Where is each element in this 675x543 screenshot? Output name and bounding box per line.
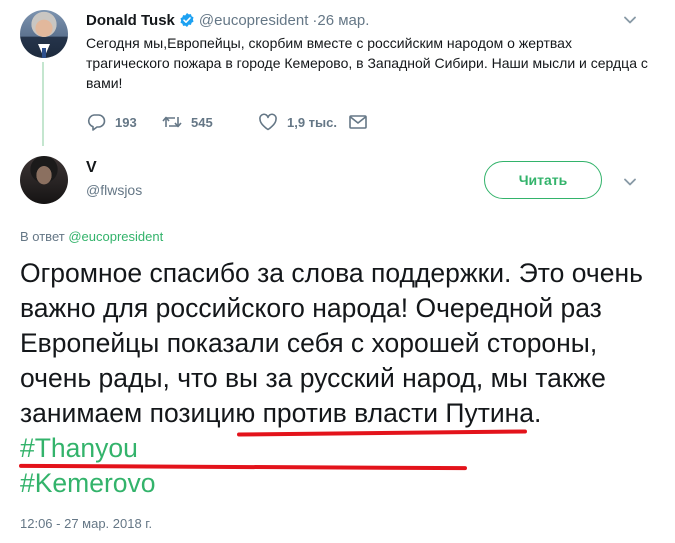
flwsjos-avatar[interactable]	[20, 156, 68, 204]
reply-action[interactable]: 193	[86, 113, 162, 131]
reply-icon	[87, 114, 106, 131]
chevron-down-icon[interactable]	[622, 12, 638, 28]
hashtag-thanyou[interactable]: #Thanyou	[20, 433, 138, 463]
like-count: 1,9 тыс.	[287, 114, 337, 130]
reply-to-prefix: В ответ	[20, 229, 65, 244]
verified-badge-icon	[180, 13, 194, 27]
reply-timestamp[interactable]: 12:06 - 27 мар. 2018 г.	[20, 516, 152, 531]
original-author-name[interactable]: Donald Tusk	[86, 12, 175, 29]
avatar-tie	[42, 48, 46, 58]
reply-context: В ответ @eucopresident	[20, 229, 163, 244]
reply-to-mention[interactable]: @eucopresident	[68, 229, 163, 244]
reply-author-handle[interactable]: @flwsjos	[86, 182, 142, 198]
hashtag-kemerovo[interactable]: #Kemerovo	[20, 468, 156, 498]
heart-icon	[259, 113, 277, 131]
retweet-count: 545	[191, 114, 213, 130]
original-tweet-date[interactable]: ·26 мар.	[312, 12, 369, 29]
thread-connector-line	[42, 62, 44, 146]
original-tweet-actions: 193 545 1,9 тыс.	[86, 112, 377, 132]
follow-button[interactable]: Читать	[484, 161, 602, 199]
original-tweet-text: Сегодня мы,Европейцы, скорбим вместе с р…	[86, 35, 648, 91]
retweet-icon	[162, 116, 182, 128]
like-action[interactable]: 1,9 тыс.	[258, 113, 348, 131]
envelope-icon	[349, 115, 367, 129]
direct-message-action[interactable]	[348, 113, 377, 131]
donald-tusk-avatar[interactable]	[20, 10, 68, 58]
reply-count: 193	[115, 114, 137, 130]
retweet-action[interactable]: 545	[162, 113, 258, 131]
chevron-down-icon[interactable]	[622, 174, 638, 190]
original-tweet-header: Donald Tusk @eucopresident ·26 мар.	[86, 10, 369, 30]
original-author-handle[interactable]: @eucopresident	[199, 12, 308, 29]
reply-author-name[interactable]: V	[86, 159, 97, 177]
reply-text-after: .	[534, 398, 542, 428]
